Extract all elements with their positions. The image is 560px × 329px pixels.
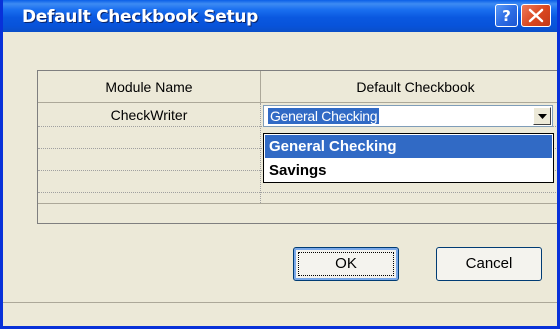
title-bar[interactable]: Default Checkbook Setup ? [3, 0, 557, 32]
help-button[interactable]: ? [495, 4, 518, 27]
table-cell-module[interactable]: CheckWriter [38, 104, 260, 126]
dropdown-option-general-checking[interactable]: General Checking [265, 135, 552, 158]
close-button[interactable] [521, 4, 551, 27]
combobox-value: General Checking [268, 108, 380, 124]
dropdown-button[interactable] [533, 107, 551, 125]
dropdown-option-savings[interactable]: Savings [265, 159, 552, 182]
column-header-default-checkbook[interactable]: Default Checkbook [261, 71, 557, 103]
grid-bottom-border [38, 203, 557, 204]
window-title: Default Checkbook Setup [22, 7, 258, 27]
column-header-module-name[interactable]: Module Name [38, 71, 261, 103]
grid-column-divider [260, 103, 261, 203]
grid-row-divider [38, 192, 557, 193]
checkbook-grid: Module Name Default Checkbook CheckWrite… [37, 70, 557, 224]
bottom-separator [3, 302, 557, 303]
checkbook-dropdown-list: General Checking Savings [263, 133, 554, 183]
cancel-button-label: Cancel [465, 255, 513, 272]
focus-rectangle [298, 252, 394, 276]
dialog-window: Default Checkbook Setup ? Module Name De… [0, 0, 560, 329]
svg-text:?: ? [502, 7, 511, 25]
chevron-down-icon [538, 114, 547, 119]
cancel-button[interactable]: Cancel [436, 247, 542, 281]
checkbook-combobox[interactable]: General Checking [263, 105, 553, 127]
ok-button[interactable]: OK [293, 247, 399, 281]
close-x-icon [528, 8, 544, 23]
question-mark-icon: ? [502, 7, 511, 25]
